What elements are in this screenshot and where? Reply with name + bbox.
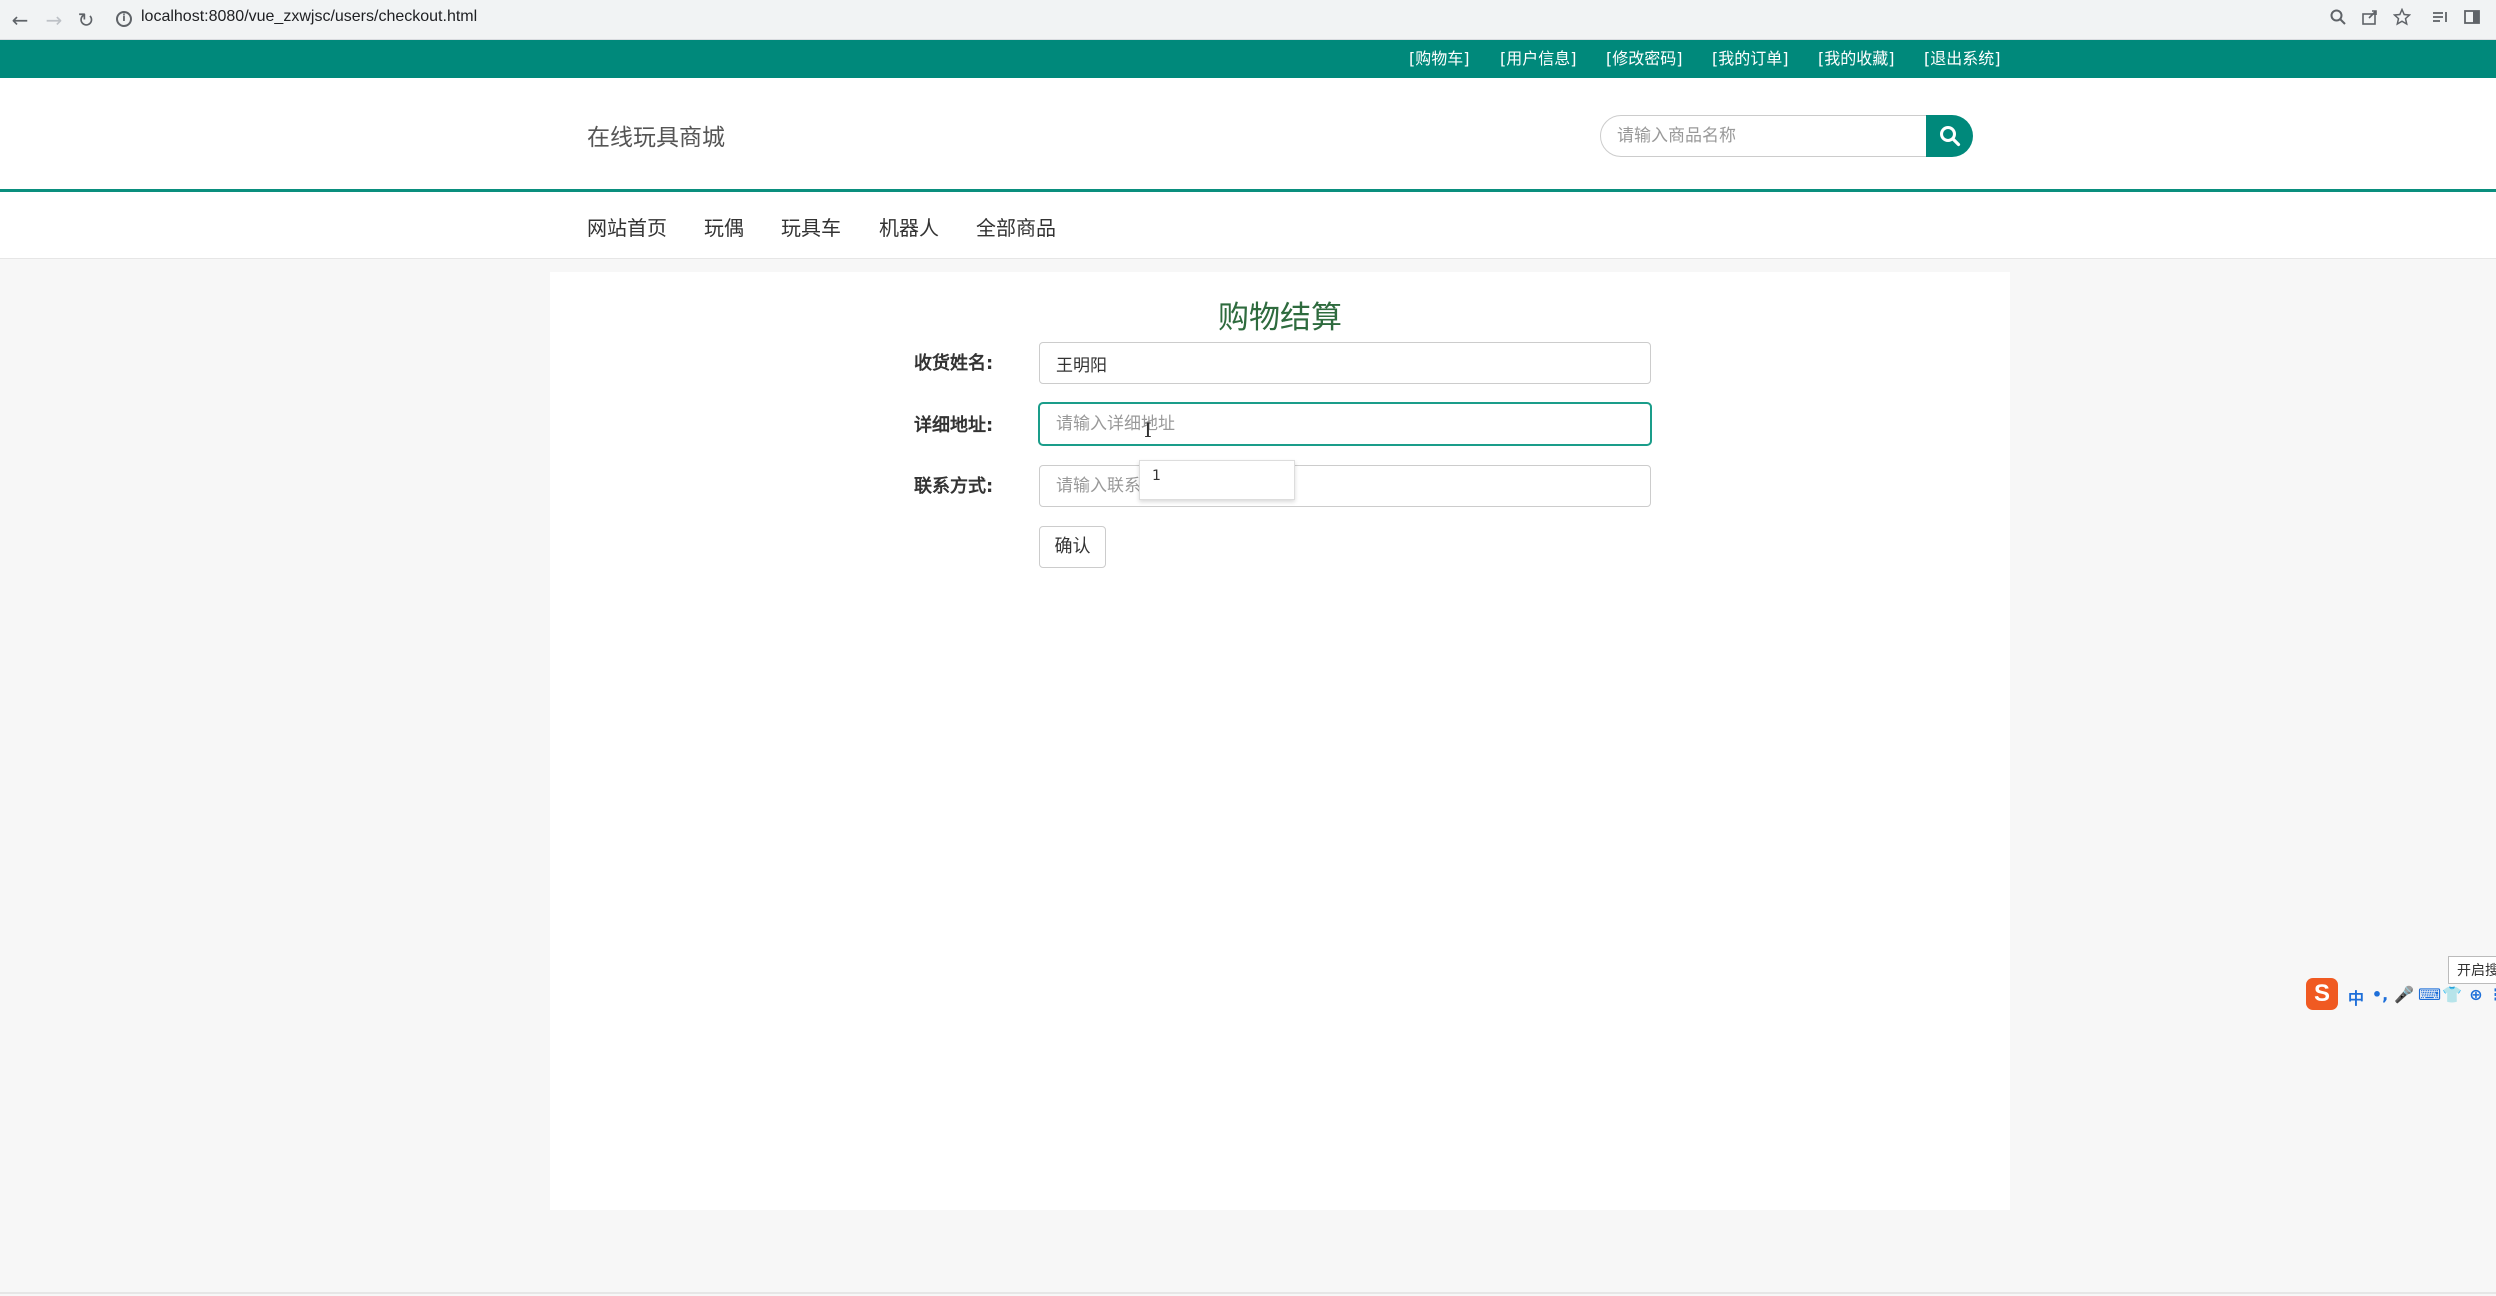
- text-cursor-icon: I: [1144, 418, 1152, 442]
- forward-icon[interactable]: →: [40, 6, 68, 34]
- ime-skin-icon[interactable]: 👕: [2442, 985, 2462, 1004]
- phone-label: 联系方式:: [914, 476, 994, 497]
- side-panel-icon[interactable]: [2460, 8, 2484, 31]
- name-label: 收货姓名:: [914, 353, 994, 374]
- phone-field[interactable]: [1039, 465, 1651, 507]
- reload-icon[interactable]: ↻: [72, 6, 100, 34]
- user-info-link[interactable]: [用户信息]: [1500, 40, 1577, 78]
- my-favorites-link[interactable]: [我的收藏]: [1818, 40, 1895, 78]
- ime-tooltip: 开启搜狗: [2448, 956, 2496, 984]
- ime-toolbox-icon[interactable]: ⊕: [2466, 985, 2486, 1004]
- site-info-icon[interactable]: i: [116, 11, 132, 27]
- nav-all-products[interactable]: 全部商品: [976, 212, 1056, 241]
- autocomplete-option[interactable]: 1: [1152, 468, 1161, 484]
- site-header: 在线玩具商城: [0, 78, 2496, 192]
- change-password-link[interactable]: [修改密码]: [1606, 40, 1683, 78]
- nav-robots[interactable]: 机器人: [879, 212, 939, 241]
- checkout-panel: 购物结算 收货姓名: 详细地址: 联系方式: 1 I 确认: [550, 272, 2010, 1210]
- ime-punctuation-icon[interactable]: •,: [2370, 985, 2390, 1004]
- logout-link[interactable]: [退出系统]: [1924, 40, 2001, 78]
- share-icon[interactable]: [2358, 8, 2382, 31]
- address-field[interactable]: [1039, 403, 1651, 445]
- nav-toy-cars[interactable]: 玩具车: [781, 212, 841, 241]
- browser-toolbar: ← → ↻ i localhost:8080/vue_zxwjsc/users/…: [0, 0, 2496, 40]
- my-orders-link[interactable]: [我的订单]: [1712, 40, 1789, 78]
- page-title: 购物结算: [1218, 300, 1342, 336]
- confirm-button[interactable]: 确认: [1039, 526, 1106, 568]
- ime-more-icon[interactable]: ⋮: [2486, 985, 2496, 1004]
- reading-list-icon[interactable]: [2428, 8, 2452, 31]
- site-logo-text[interactable]: 在线玩具商城: [587, 118, 725, 152]
- ime-chinese-mode-icon[interactable]: 中: [2346, 985, 2366, 1009]
- search-input[interactable]: [1600, 115, 1928, 157]
- recipient-name-field[interactable]: [1039, 342, 1651, 384]
- nav-home[interactable]: 网站首页: [587, 212, 667, 241]
- footer-divider: [0, 1292, 2496, 1294]
- top-user-bar: [购物车] [用户信息] [修改密码] [我的订单] [我的收藏] [退出系统]: [0, 40, 2496, 78]
- main-nav: 网站首页 玩偶 玩具车 机器人 全部商品: [0, 192, 2496, 259]
- ime-keyboard-icon[interactable]: ⌨: [2418, 985, 2441, 1004]
- search-icon: [1940, 126, 1961, 147]
- bookmark-star-icon[interactable]: [2390, 7, 2414, 31]
- back-icon[interactable]: ←: [6, 6, 34, 34]
- cart-link[interactable]: [购物车]: [1409, 40, 1470, 78]
- address-label: 详细地址:: [914, 415, 994, 436]
- ime-voice-icon[interactable]: 🎤: [2394, 985, 2414, 1004]
- address-bar[interactable]: localhost:8080/vue_zxwjsc/users/checkout…: [141, 8, 477, 26]
- sogou-logo-icon[interactable]: S: [2306, 978, 2338, 1010]
- autocomplete-dropdown[interactable]: 1: [1139, 460, 1295, 500]
- search-button[interactable]: [1926, 115, 1973, 157]
- zoom-icon[interactable]: [2326, 8, 2350, 31]
- nav-dolls[interactable]: 玩偶: [704, 212, 744, 241]
